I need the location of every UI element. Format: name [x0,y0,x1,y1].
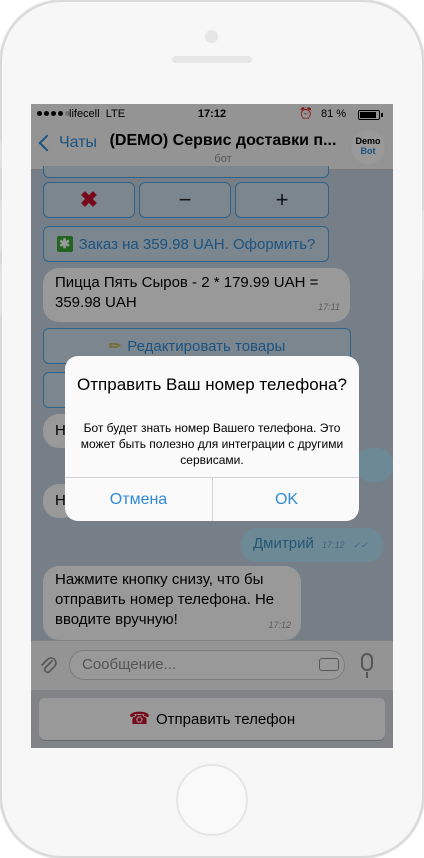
screen: lifecell LTE 17:12 ⏰ 81 % Чаты (DEMO) Се… [31,104,393,748]
ok-button[interactable]: OK [213,478,359,521]
share-phone-alert: Отправить Ваш номер телефона? Бот будет … [65,356,359,521]
volume-up-button [0,200,2,252]
earpiece-speaker [172,56,252,63]
front-camera [205,30,218,43]
alert-title: Отправить Ваш номер телефона? [77,375,347,394]
alert-message: Бот будет знать номер Вашего телефона. Э… [80,421,344,467]
volume-down-button [0,264,2,316]
mute-switch [0,140,2,168]
home-button[interactable] [176,764,248,836]
cancel-button[interactable]: Отмена [65,478,212,521]
